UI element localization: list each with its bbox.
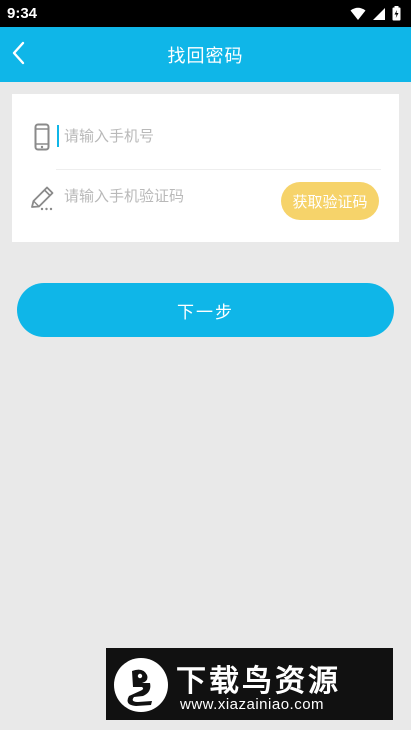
status-bar: 9:34 <box>0 0 411 27</box>
status-time: 9:34 <box>7 5 38 22</box>
wifi-icon <box>350 7 366 21</box>
signal-icon <box>372 7 386 21</box>
phone-input[interactable] <box>64 124 364 148</box>
bird-logo-icon <box>112 656 170 714</box>
get-code-button[interactable]: 获取验证码 <box>281 182 379 220</box>
form-card: 获取验证码 <box>12 94 399 242</box>
text-cursor <box>57 125 59 147</box>
watermark-banner: 下载鸟资源 www.xiazainiao.com <box>106 648 393 720</box>
status-icons <box>350 6 401 21</box>
verification-code-input[interactable] <box>64 184 264 208</box>
mobile-phone-icon <box>28 121 56 153</box>
next-button[interactable]: 下一步 <box>17 283 394 337</box>
code-row: 获取验证码 <box>12 168 399 242</box>
watermark-name: 下载鸟资源 <box>176 664 341 699</box>
battery-icon <box>392 6 401 21</box>
watermark-url: www.xiazainiao.com <box>180 696 325 713</box>
phone-row <box>12 94 399 168</box>
page-title: 找回密码 <box>167 45 244 67</box>
app-bar: 找回密码 <box>0 27 411 82</box>
pencil-icon <box>28 182 56 214</box>
